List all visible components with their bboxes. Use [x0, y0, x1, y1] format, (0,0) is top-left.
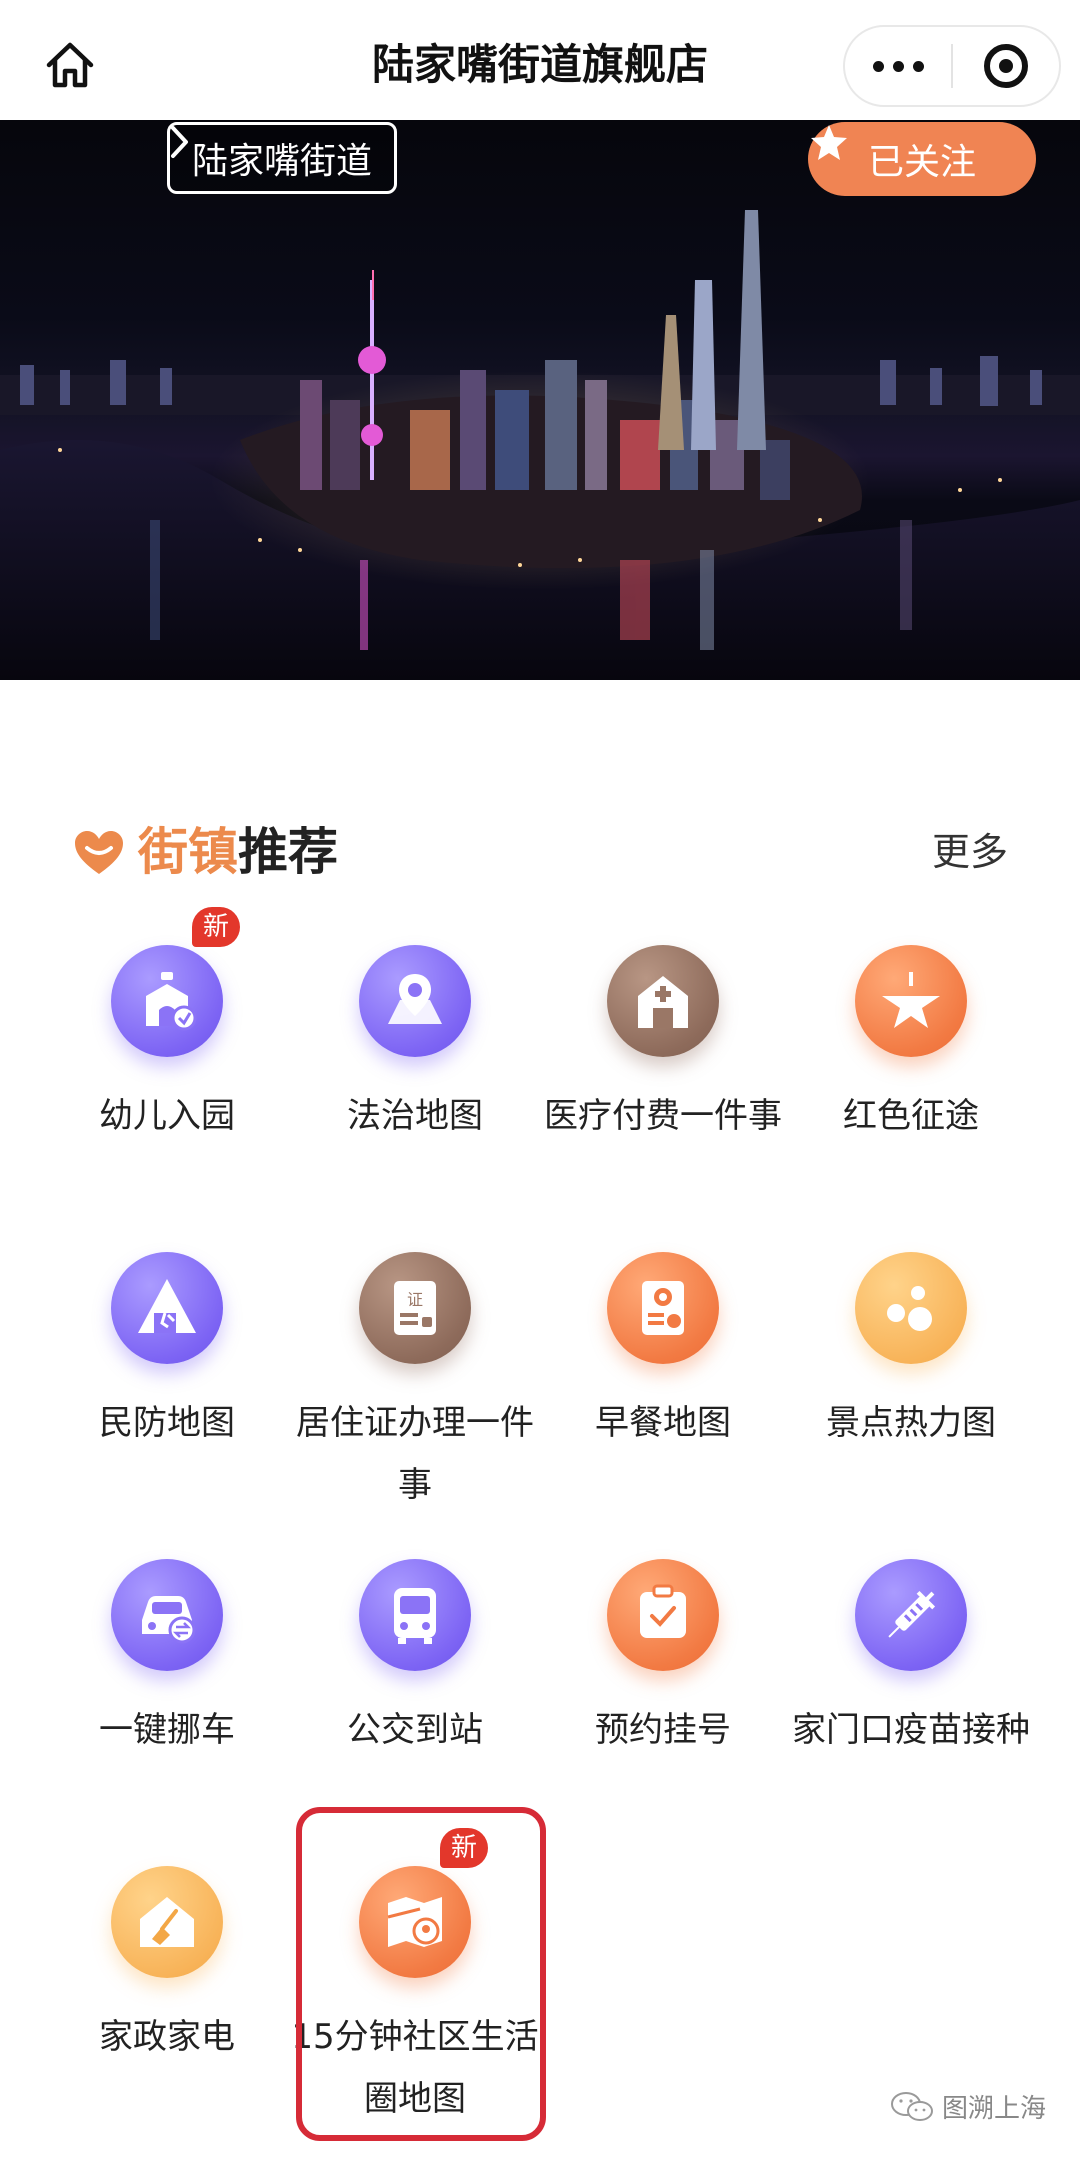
bus-icon [359, 1559, 471, 1671]
service-label: 民防地图 [99, 1403, 235, 1443]
follow-button[interactable]: 已关注 [808, 122, 1036, 196]
section-title-accent: 街镇 [138, 823, 238, 881]
wechat-icon [891, 2091, 933, 2121]
service-label: 预约挂号 [595, 1710, 731, 1750]
close-mini-program-button[interactable] [953, 27, 1059, 105]
service-label: 红色征途 [843, 1096, 979, 1136]
street-link-label: 陆家嘴街道 [192, 141, 373, 182]
top-navigation-bar: 陆家嘴街道旗舰店 [0, 0, 1080, 120]
star-icon [811, 125, 847, 160]
car-move-icon [111, 1559, 223, 1671]
service-label: 幼儿入园 [99, 1096, 235, 1136]
mini-program-capsule [843, 25, 1061, 107]
home-button[interactable] [40, 35, 100, 95]
new-badge: 新 [192, 907, 240, 947]
skyline-illustration [0, 210, 1080, 680]
section-title-main: 推荐 [238, 823, 338, 881]
follow-label: 已关注 [867, 142, 976, 183]
section-title: 街镇推荐 [138, 820, 338, 884]
star-flag-icon [855, 945, 967, 1057]
breakfast-icon [607, 1252, 719, 1364]
service-label: 居住证办理一件事 [296, 1403, 534, 1505]
banner-image: 陆家嘴街道 已关注 [0, 120, 1080, 680]
watermark: 图溯上海 [890, 2088, 1046, 2125]
svg-text:证: 证 [407, 1290, 423, 1309]
more-link[interactable]: 更多 [932, 820, 1008, 884]
more-options-button[interactable] [845, 27, 951, 105]
more-dots-icon [872, 60, 924, 72]
home-icon [46, 42, 94, 88]
kindergarten-icon [111, 945, 223, 1057]
watermark-text: 图溯上海 [942, 2094, 1047, 2124]
clipboard-check-icon [607, 1559, 719, 1671]
target-icon [983, 44, 1028, 88]
heart-icon [75, 831, 123, 874]
highlight-annotation-box [296, 1807, 546, 2141]
section-header: 街镇推荐 更多 [72, 820, 1008, 884]
service-label: 一键挪车 [99, 1710, 235, 1750]
service-label: 景点热力图 [826, 1403, 996, 1443]
service-label: 法治地图 [347, 1096, 483, 1136]
service-label: 医疗付费一件事 [544, 1096, 782, 1136]
service-label: 家政家电 [99, 2017, 235, 2057]
syringe-icon [855, 1559, 967, 1671]
house-broom-icon [111, 1866, 223, 1978]
heatmap-dots-icon [855, 1252, 967, 1364]
certificate-icon: 证 [359, 1252, 471, 1364]
service-label: 家门口疫苗接种 [792, 1710, 1030, 1750]
shelter-icon [111, 1252, 223, 1364]
chevron-right-icon [171, 126, 188, 158]
street-link-button[interactable]: 陆家嘴街道 [167, 122, 398, 194]
service-label: 公交到站 [347, 1710, 483, 1750]
map-pin-icon [359, 945, 471, 1057]
service-label: 早餐地图 [595, 1403, 731, 1443]
hospital-icon [607, 945, 719, 1057]
